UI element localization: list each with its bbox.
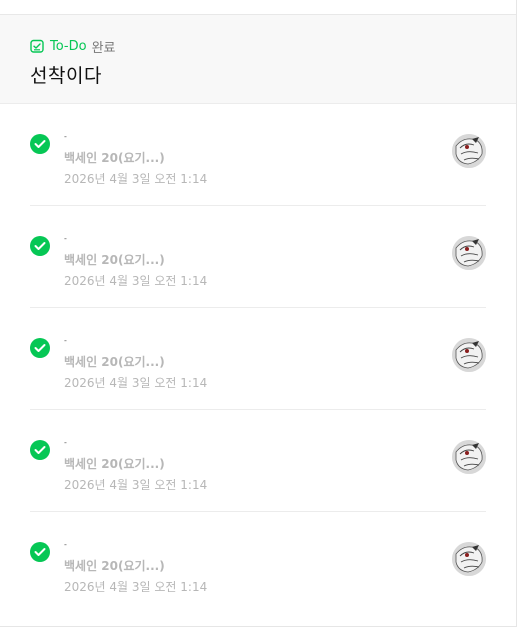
item-text: -: [64, 540, 67, 549]
item-author: 백세인 20(요기...): [64, 559, 165, 573]
item-content: - 백세인 20(요기...) 2026년 4월 3일 오전 1:14: [64, 541, 207, 595]
item-content: - 백세인 20(요기...) 2026년 4월 3일 오전 1:14: [64, 235, 207, 289]
item-text: -: [64, 336, 67, 345]
breadcrumb: To-Do 완료: [30, 37, 486, 56]
item-text: -: [64, 438, 67, 447]
check-circle-icon[interactable]: [30, 134, 50, 154]
item-content: - 백세인 20(요기...) 2026년 4월 3일 오전 1:14: [64, 439, 207, 493]
item-timestamp: 2026년 4월 3일 오전 1:14: [64, 376, 208, 390]
category-label[interactable]: To-Do: [50, 39, 87, 54]
todo-panel: To-Do 완료 선착이다 - 백세인 20(요기...) 2026년 4월 3…: [0, 0, 517, 627]
item-text: -: [64, 132, 67, 141]
item-text: -: [64, 234, 67, 243]
item-timestamp: 2026년 4월 3일 오전 1:14: [64, 580, 208, 594]
item-timestamp: 2026년 4월 3일 오전 1:14: [64, 274, 208, 288]
todo-icon: [30, 39, 44, 53]
item-content: - 백세인 20(요기...) 2026년 4월 3일 오전 1:14: [64, 337, 207, 391]
item-author: 백세인 20(요기...): [64, 151, 165, 165]
list-item[interactable]: - 백세인 20(요기...) 2026년 4월 3일 오전 1:14: [30, 308, 486, 410]
avatar[interactable]: [452, 236, 486, 270]
avatar[interactable]: [452, 440, 486, 474]
item-timestamp: 2026년 4월 3일 오전 1:14: [64, 172, 208, 186]
item-content: - 백세인 20(요기...) 2026년 4월 3일 오전 1:14: [64, 133, 207, 187]
list-item[interactable]: - 백세인 20(요기...) 2026년 4월 3일 오전 1:14: [30, 512, 486, 614]
list-item[interactable]: - 백세인 20(요기...) 2026년 4월 3일 오전 1:14: [30, 206, 486, 308]
avatar[interactable]: [452, 134, 486, 168]
list-item[interactable]: - 백세인 20(요기...) 2026년 4월 3일 오전 1:14: [30, 104, 486, 206]
page-title: 선착이다: [30, 65, 102, 87]
completed-list: - 백세인 20(요기...) 2026년 4월 3일 오전 1:14 - 백세…: [0, 104, 516, 614]
item-author: 백세인 20(요기...): [64, 457, 165, 471]
check-circle-icon[interactable]: [30, 542, 50, 562]
item-timestamp: 2026년 4월 3일 오전 1:14: [64, 478, 208, 492]
item-author: 백세인 20(요기...): [64, 355, 165, 369]
avatar[interactable]: [452, 542, 486, 576]
todo-header: To-Do 완료 선착이다: [0, 15, 516, 104]
list-item[interactable]: - 백세인 20(요기...) 2026년 4월 3일 오전 1:14: [30, 410, 486, 512]
item-author: 백세인 20(요기...): [64, 253, 165, 267]
avatar[interactable]: [452, 338, 486, 372]
check-circle-icon[interactable]: [30, 440, 50, 460]
top-bar: [0, 0, 516, 15]
check-circle-icon[interactable]: [30, 236, 50, 256]
check-circle-icon[interactable]: [30, 338, 50, 358]
state-label: 완료: [91, 40, 116, 56]
